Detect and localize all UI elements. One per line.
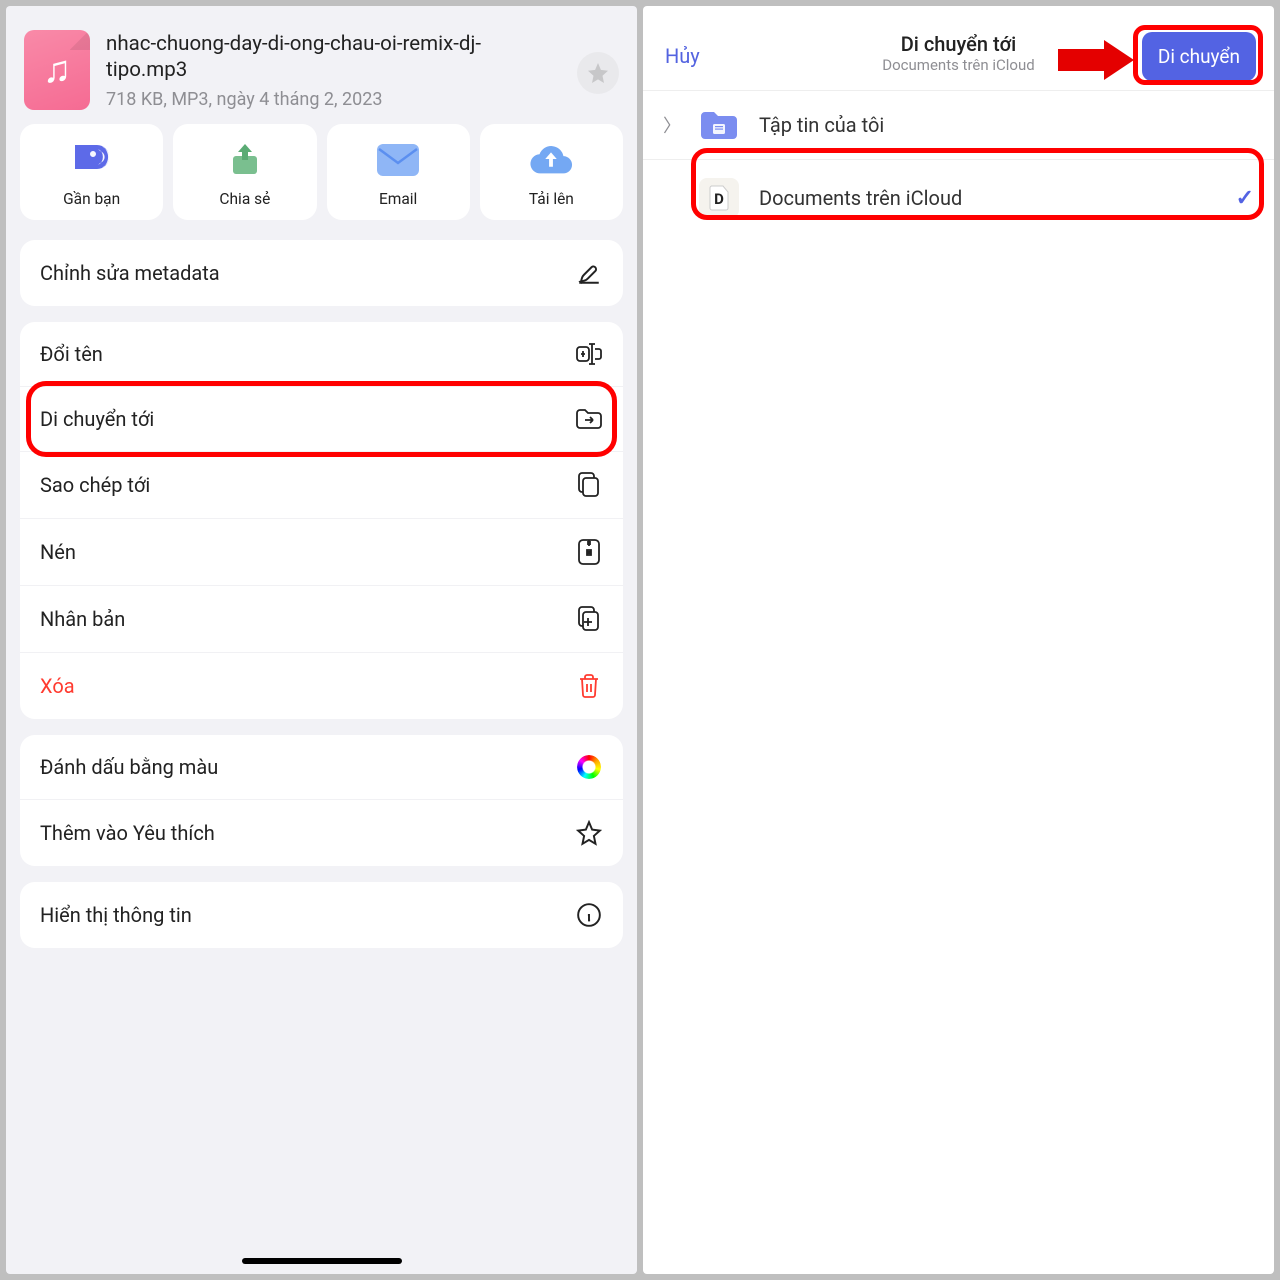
move-to-item[interactable]: Di chuyển tới — [20, 387, 623, 452]
menu-group-3: Đánh dấu bằng màu Thêm vào Yêu thích — [20, 735, 623, 866]
email-action[interactable]: Email — [327, 124, 470, 220]
star-outline-icon — [575, 820, 603, 846]
menu-label: Chỉnh sửa metadata — [40, 261, 220, 285]
menu-label: Đổi tên — [40, 342, 103, 366]
upload-action[interactable]: Tải lên — [480, 124, 623, 220]
email-icon — [376, 140, 420, 180]
duplicate-icon — [575, 606, 603, 632]
menu-group-2: Đổi tên Di chuyển tới Sao chép tới Nén N… — [20, 322, 623, 719]
folder-arrow-icon — [575, 407, 603, 431]
edit-metadata-item[interactable]: Chỉnh sửa metadata — [20, 240, 623, 306]
move-button[interactable]: Di chuyển — [1142, 32, 1256, 81]
folder-my-files[interactable]: 〉 Tập tin của tôi — [643, 91, 1274, 160]
delete-item[interactable]: Xóa — [20, 653, 623, 719]
app-folder-icon: D — [699, 178, 739, 218]
folder-icon — [699, 109, 739, 141]
checkmark-icon: ✓ — [1236, 186, 1254, 211]
zip-icon — [575, 539, 603, 565]
action-label: Email — [379, 190, 417, 208]
file-meta: 718 KB, MP3, ngày 4 tháng 2, 2023 — [106, 89, 561, 110]
menu-label: Sao chép tới — [40, 473, 150, 497]
move-destination-sheet: Hủy Di chuyển tới Documents trên iCloud … — [643, 6, 1274, 1274]
cancel-button[interactable]: Hủy — [665, 44, 700, 68]
home-indicator — [242, 1258, 402, 1264]
menu-label: Nhân bản — [40, 607, 125, 631]
share-icon — [223, 140, 267, 180]
copy-to-item[interactable]: Sao chép tới — [20, 452, 623, 519]
menu-label: Di chuyển tới — [40, 407, 154, 431]
action-label: Tải lên — [529, 190, 574, 208]
trash-icon — [575, 673, 603, 699]
menu-label: Hiển thị thông tin — [40, 903, 192, 927]
quick-actions-row: Gần bạn Chia sẻ Email Tải lên — [6, 124, 637, 232]
file-info: nhac-chuong-day-di-ong-chau-oi-remix-dj-… — [106, 30, 561, 110]
music-note-icon: ♫ — [43, 48, 72, 92]
color-wheel-icon — [575, 755, 603, 779]
menu-group-4: Hiển thị thông tin — [20, 882, 623, 948]
nearby-icon — [70, 140, 114, 180]
nearby-action[interactable]: Gần bạn — [20, 124, 163, 220]
duplicate-item[interactable]: Nhân bản — [20, 586, 623, 653]
action-label: Chia sẻ — [219, 190, 270, 208]
cloud-upload-icon — [529, 140, 573, 180]
file-name: nhac-chuong-day-di-ong-chau-oi-remix-dj-… — [106, 32, 561, 83]
svg-text:D: D — [714, 190, 724, 208]
share-action[interactable]: Chia sẻ — [173, 124, 316, 220]
compress-item[interactable]: Nén — [20, 519, 623, 586]
action-label: Gần bạn — [63, 190, 120, 208]
menu-group-1: Chỉnh sửa metadata — [20, 240, 623, 306]
rename-icon — [575, 343, 603, 365]
file-actions-sheet: ♫ nhac-chuong-day-di-ong-chau-oi-remix-d… — [6, 6, 637, 1274]
nav-header: Hủy Di chuyển tới Documents trên iCloud … — [643, 6, 1274, 91]
favorite-star-button[interactable] — [577, 52, 619, 94]
menu-label: Xóa — [40, 674, 75, 698]
chevron-right-icon: 〉 — [663, 112, 679, 138]
file-header: ♫ nhac-chuong-day-di-ong-chau-oi-remix-d… — [6, 6, 637, 124]
folder-label: Documents trên iCloud — [759, 186, 962, 210]
copy-icon — [575, 472, 603, 498]
menu-label: Thêm vào Yêu thích — [40, 821, 215, 845]
info-icon — [575, 902, 603, 928]
folder-label: Tập tin của tôi — [759, 113, 884, 137]
color-tag-item[interactable]: Đánh dấu bằng màu — [20, 735, 623, 800]
edit-icon — [575, 260, 603, 286]
menu-label: Nén — [40, 540, 76, 564]
show-info-item[interactable]: Hiển thị thông tin — [20, 882, 623, 948]
menu-label: Đánh dấu bằng màu — [40, 755, 218, 779]
rename-item[interactable]: Đổi tên — [20, 322, 623, 387]
add-favorite-item[interactable]: Thêm vào Yêu thích — [20, 800, 623, 866]
folder-icloud-documents[interactable]: D Documents trên iCloud ✓ — [643, 160, 1274, 236]
file-type-icon: ♫ — [24, 30, 90, 110]
